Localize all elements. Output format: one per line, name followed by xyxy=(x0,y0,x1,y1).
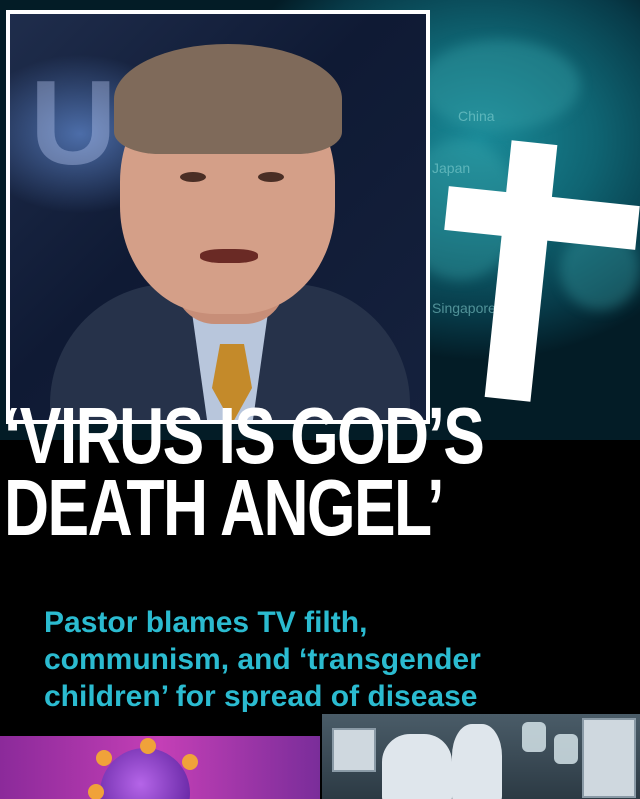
medical-worker xyxy=(452,724,502,799)
headline-line-2: DEATH ANGEL’ xyxy=(4,463,444,552)
virus-icon xyxy=(100,748,190,799)
subhead-line-2: communism, and ‘transgender xyxy=(44,643,481,676)
virus-spike xyxy=(96,750,112,766)
map-label-singapore: Singapore xyxy=(432,300,496,316)
subhead-line-3: children’ for spread of disease xyxy=(44,680,478,713)
virus-image xyxy=(0,736,320,799)
map-label-china: China xyxy=(458,108,495,124)
headline-line-1: ‘VIRUS IS GOD’S xyxy=(4,391,485,480)
right-eye xyxy=(258,172,284,182)
hospital-image xyxy=(322,714,640,799)
monitor xyxy=(332,728,376,772)
map-label-japan: Japan xyxy=(432,160,471,176)
medical-worker xyxy=(382,734,452,799)
equipment-rack xyxy=(582,718,636,798)
pastor-photo: U xyxy=(6,10,430,424)
hair xyxy=(114,44,342,154)
virus-spike xyxy=(140,738,156,754)
virus-spike xyxy=(182,754,198,770)
subheadline: Pastor blames TV filth, communism, and ‘… xyxy=(44,604,634,715)
news-graphic: China Japan Singapore U ‘VIRUS IS GOD’S … xyxy=(0,0,640,799)
mouth xyxy=(200,249,258,263)
map-landmass xyxy=(420,40,580,130)
studio-backdrop: U xyxy=(30,56,117,190)
iv-bag xyxy=(554,734,578,764)
iv-bag xyxy=(522,722,546,752)
left-eye xyxy=(180,172,206,182)
virus-spike xyxy=(88,784,104,799)
subhead-line-1: Pastor blames TV filth, xyxy=(44,606,368,639)
headline: ‘VIRUS IS GOD’S DEATH ANGEL’ xyxy=(4,391,500,552)
